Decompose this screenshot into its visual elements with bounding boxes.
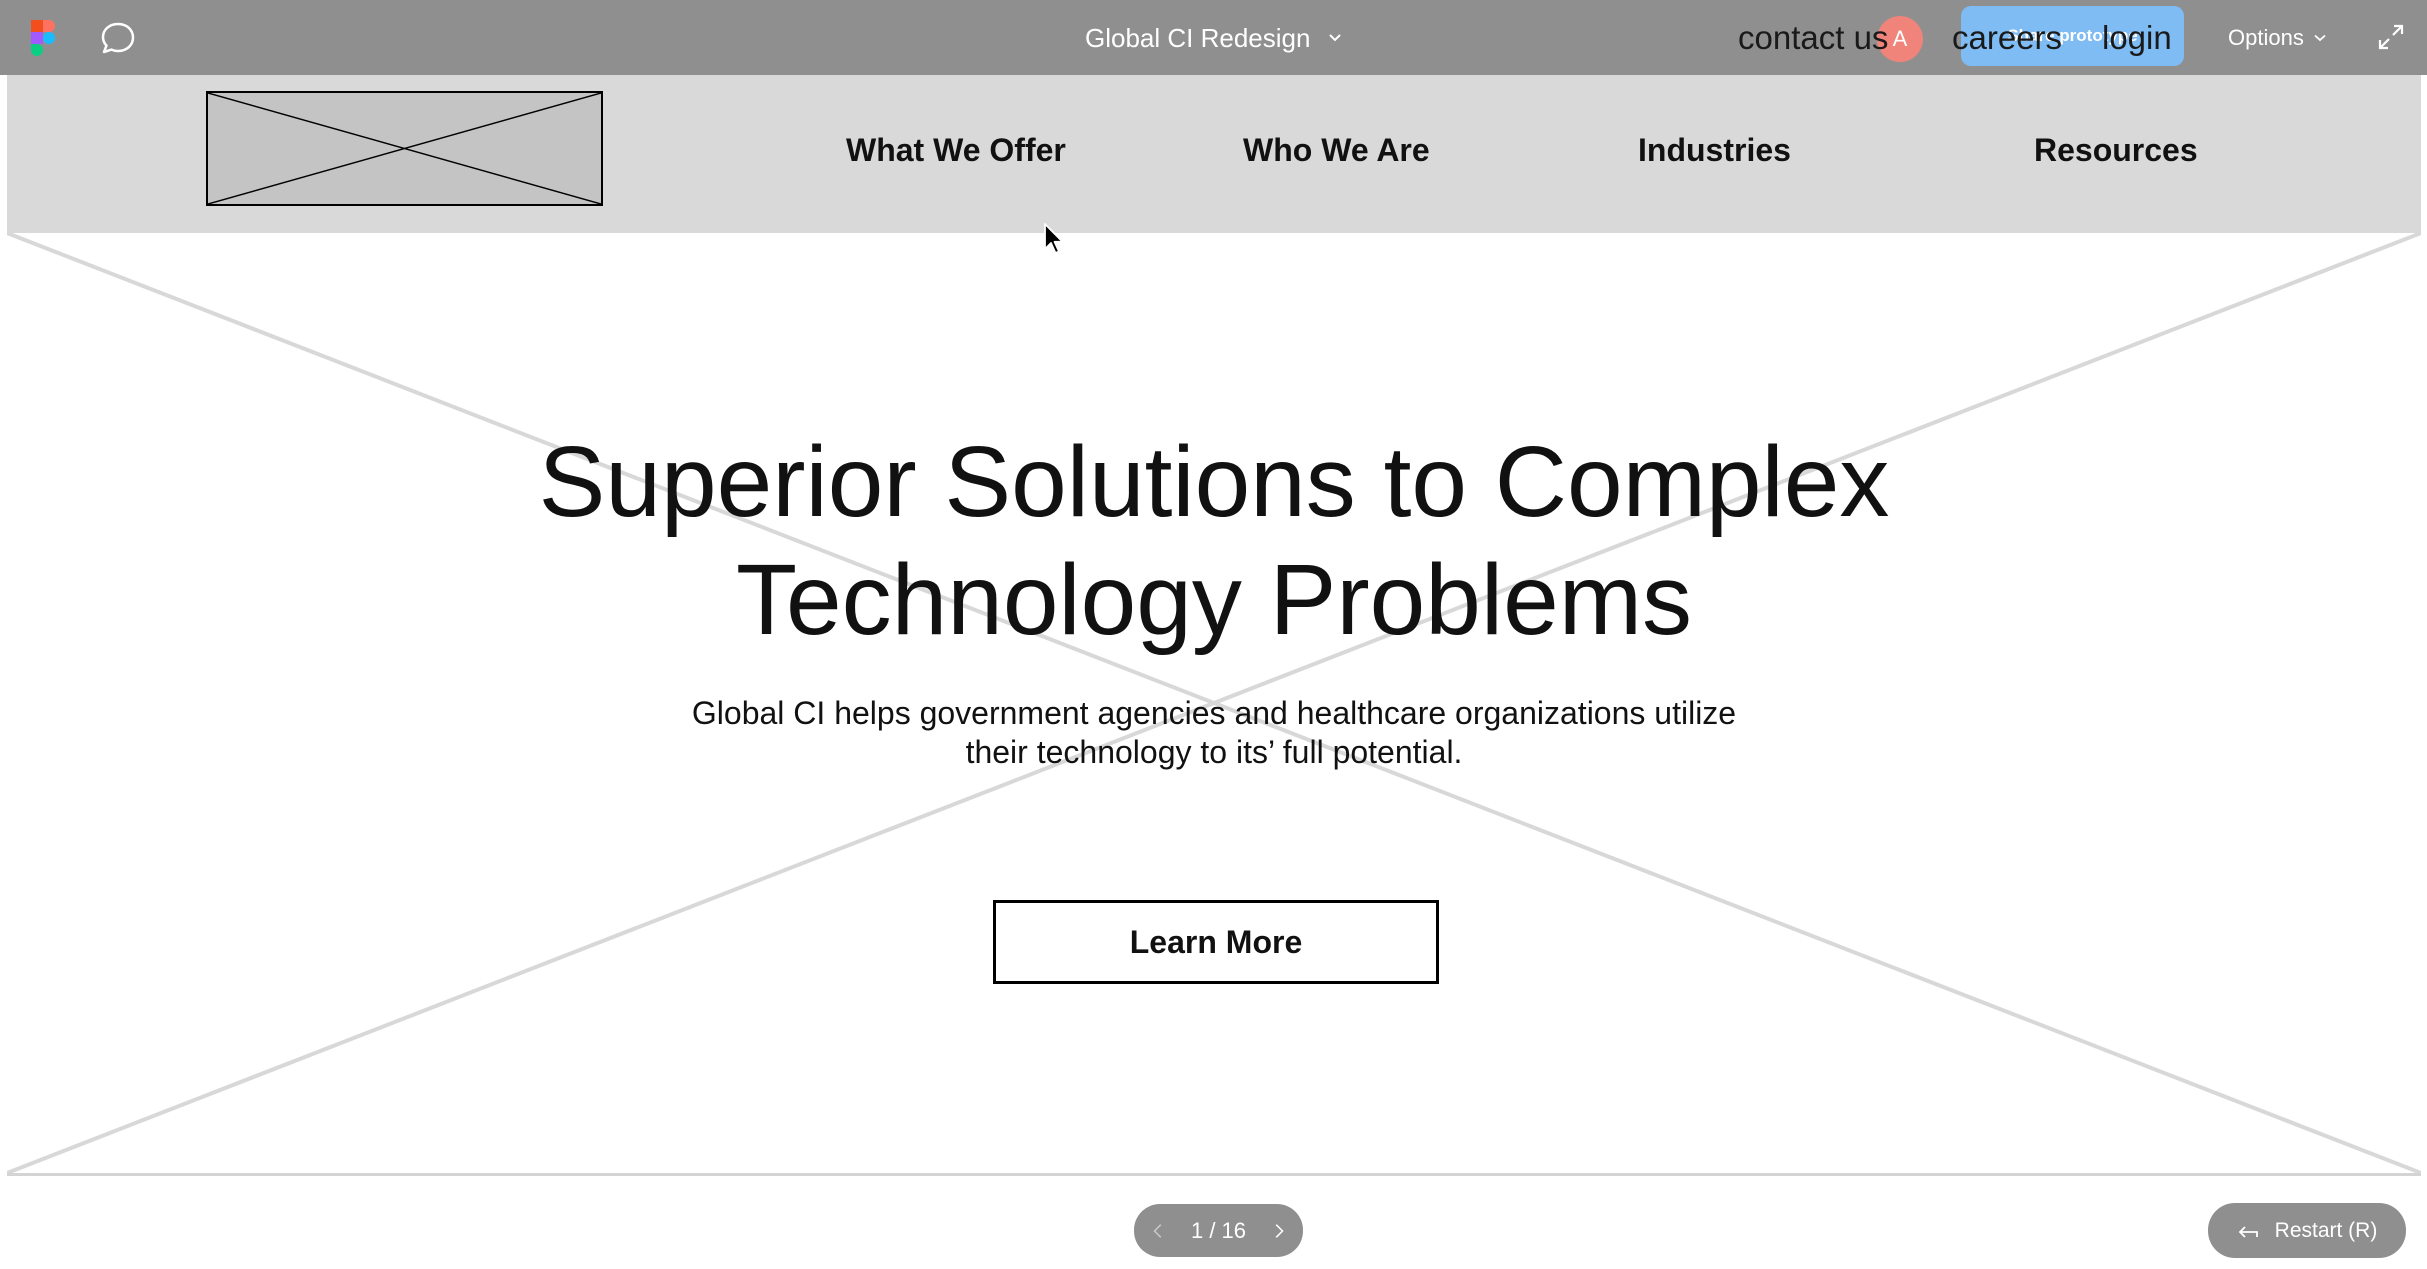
hero-section: Superior Solutions to Complex Technology… [7, 233, 2421, 1176]
login-link[interactable]: login [2102, 16, 2172, 60]
hero-subtitle-line-1: Global CI helps government agencies and … [691, 695, 1737, 731]
nav-who-we-are[interactable]: Who We Are [1243, 127, 1430, 173]
learn-more-button[interactable]: Learn More [993, 900, 1439, 984]
page-indicator: 1 / 16 [1190, 1217, 1247, 1243]
undo-arrow-icon [2238, 1225, 2258, 1238]
nav-what-we-offer[interactable]: What We Offer [846, 127, 1066, 173]
restart-button[interactable]: Restart (R) [2208, 1203, 2406, 1258]
file-title-menu[interactable]: Global CI Redesign [1085, 22, 1342, 54]
hero-title: Superior Solutions to Complex Technology… [7, 423, 2421, 659]
hero-subtitle-line-2: their technology to its’ full potential. [965, 734, 1463, 770]
image-placeholder-icon [208, 93, 601, 204]
hero-title-line-2: Technology Problems [735, 544, 1693, 656]
site-header: What We Offer Who We Are Industries Reso… [7, 75, 2421, 233]
comment-bubble-icon[interactable] [100, 21, 136, 55]
options-menu[interactable]: Options [2228, 22, 2326, 54]
logo-image-placeholder[interactable] [206, 91, 603, 206]
options-label: Options [2228, 25, 2304, 50]
prototype-toolbar: Global CI Redesign A Share prototype con… [0, 0, 2427, 75]
chevron-down-icon [2314, 34, 2326, 42]
chevron-down-icon [1329, 34, 1342, 42]
hero-subtitle: Global CI helps government agencies and … [7, 694, 2421, 772]
file-title: Global CI Redesign [1085, 22, 1311, 53]
mouse-pointer-icon [1044, 223, 1064, 254]
page-navigator: 1 / 16 [1134, 1204, 1303, 1257]
restart-label: Restart (R) [2274, 1218, 2378, 1242]
chevron-right-icon[interactable] [1269, 1219, 1289, 1243]
careers-link[interactable]: careers [1952, 16, 2062, 60]
expand-icon[interactable] [2376, 22, 2406, 52]
hero-title-line-1: Superior Solutions to Complex [538, 426, 1890, 538]
next-section-heading-peek [7, 1257, 2421, 1269]
nav-industries[interactable]: Industries [1638, 127, 1791, 173]
chevron-left-icon[interactable] [1148, 1219, 1168, 1243]
prototype-frame: What We Offer Who We Are Industries Reso… [7, 75, 2421, 1269]
figma-logo-icon[interactable] [31, 20, 55, 56]
contact-us-link[interactable]: contact us [1738, 16, 1888, 60]
nav-resources[interactable]: Resources [2034, 127, 2198, 173]
